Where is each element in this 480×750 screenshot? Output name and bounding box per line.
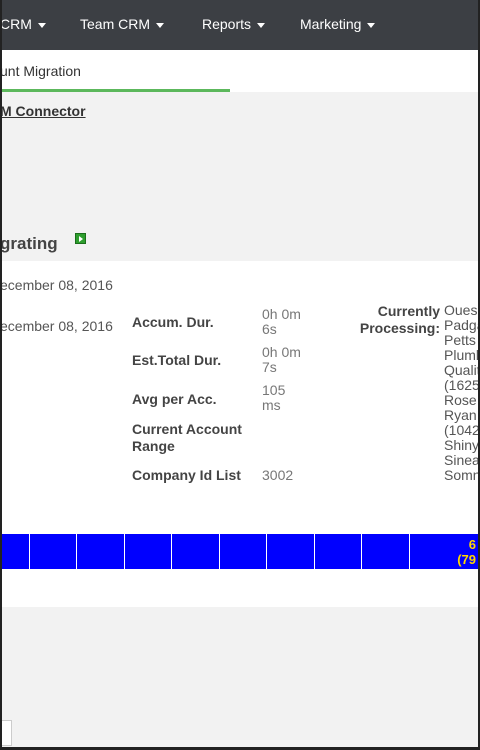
progress-bar: 6 (79 — [0, 534, 480, 569]
list-item: Sinea — [444, 452, 480, 468]
list-item: Rose — [444, 392, 477, 408]
avg-label: Avg per Acc. — [132, 391, 217, 407]
progress-segment-divider — [266, 534, 267, 569]
accum-dur-value-1: 0h 0m — [262, 306, 301, 322]
list-item: Qualit — [444, 362, 480, 378]
progress-segment-divider — [409, 534, 410, 569]
progress-segment-divider — [361, 534, 362, 569]
nav-item-crm[interactable]: CRM — [0, 16, 46, 32]
range-label-1: Current Account — [132, 421, 242, 437]
caret-down-icon — [257, 22, 266, 28]
company-id-label: Company Id List — [132, 467, 241, 483]
list-item: (1042 — [444, 422, 480, 438]
progress-count: (79 — [457, 552, 476, 567]
list-item: Somn — [444, 467, 480, 483]
caret-down-icon — [37, 22, 46, 28]
section-title: grating — [0, 234, 58, 253]
nav-item-label: CRM — [0, 16, 32, 32]
progress-text: 6 (79 — [457, 537, 476, 567]
list-item: Petts — [444, 332, 476, 348]
caret-down-icon — [156, 22, 165, 28]
list-item: Shiny — [444, 437, 480, 453]
nav-item-label: Reports — [202, 16, 252, 32]
nav-item-team-crm[interactable]: Team CRM — [80, 16, 165, 32]
progress-segment-divider — [219, 534, 220, 569]
connector-link[interactable]: M Connector — [0, 103, 86, 119]
play-icon[interactable] — [75, 233, 86, 244]
est-total-value-2: 7s — [262, 359, 277, 375]
list-item: Padga — [444, 317, 480, 333]
company-list: Padga Petts Plumb Qualit (1625 Rose Ryan… — [444, 318, 480, 483]
progress-segment-divider — [124, 534, 125, 569]
avg-value-1: 105 — [262, 382, 286, 398]
range-label-2: Range — [132, 438, 175, 454]
nav-item-reports[interactable]: Reports — [202, 16, 266, 32]
tab-label: unt Migration — [0, 63, 81, 79]
progress-segment-divider — [76, 534, 77, 569]
processing-label-2: Processing: — [359, 320, 440, 336]
nav-item-marketing[interactable]: Marketing — [300, 16, 376, 32]
start-date: ecember 08, 2016 — [0, 277, 113, 293]
list-item: (1625 — [444, 377, 480, 393]
accum-dur-value-2: 6s — [262, 321, 277, 337]
caret-down-icon — [367, 22, 376, 28]
tab-bar: unt Migration — [0, 50, 480, 92]
window-left-edge — [0, 0, 2, 750]
est-total-label: Est.Total Dur. — [132, 352, 222, 368]
progress-percent: 6 — [468, 537, 476, 552]
tab-account-migration[interactable]: unt Migration — [0, 50, 230, 92]
nav-item-label: Marketing — [300, 16, 362, 32]
end-date: ecember 08, 2016 — [0, 318, 113, 334]
progress-segment-divider — [314, 534, 315, 569]
progress-segment-divider — [29, 534, 30, 569]
top-navbar: CRM Team CRM Reports Marketing — [0, 0, 480, 50]
list-item: Ryan — [444, 407, 477, 423]
processing-first-company: Oues — [444, 302, 478, 318]
company-id-value: 3002 — [262, 467, 294, 483]
progress-segment-divider — [171, 534, 172, 569]
processing-label-1: Currently — [377, 303, 440, 319]
nav-item-label: Team CRM — [80, 16, 151, 32]
avg-value-2: ms — [262, 397, 281, 413]
est-total-value-1: 0h 0m — [262, 344, 301, 360]
accum-dur-label: Accum. Dur. — [132, 314, 214, 330]
list-item: Plumb — [444, 347, 480, 363]
